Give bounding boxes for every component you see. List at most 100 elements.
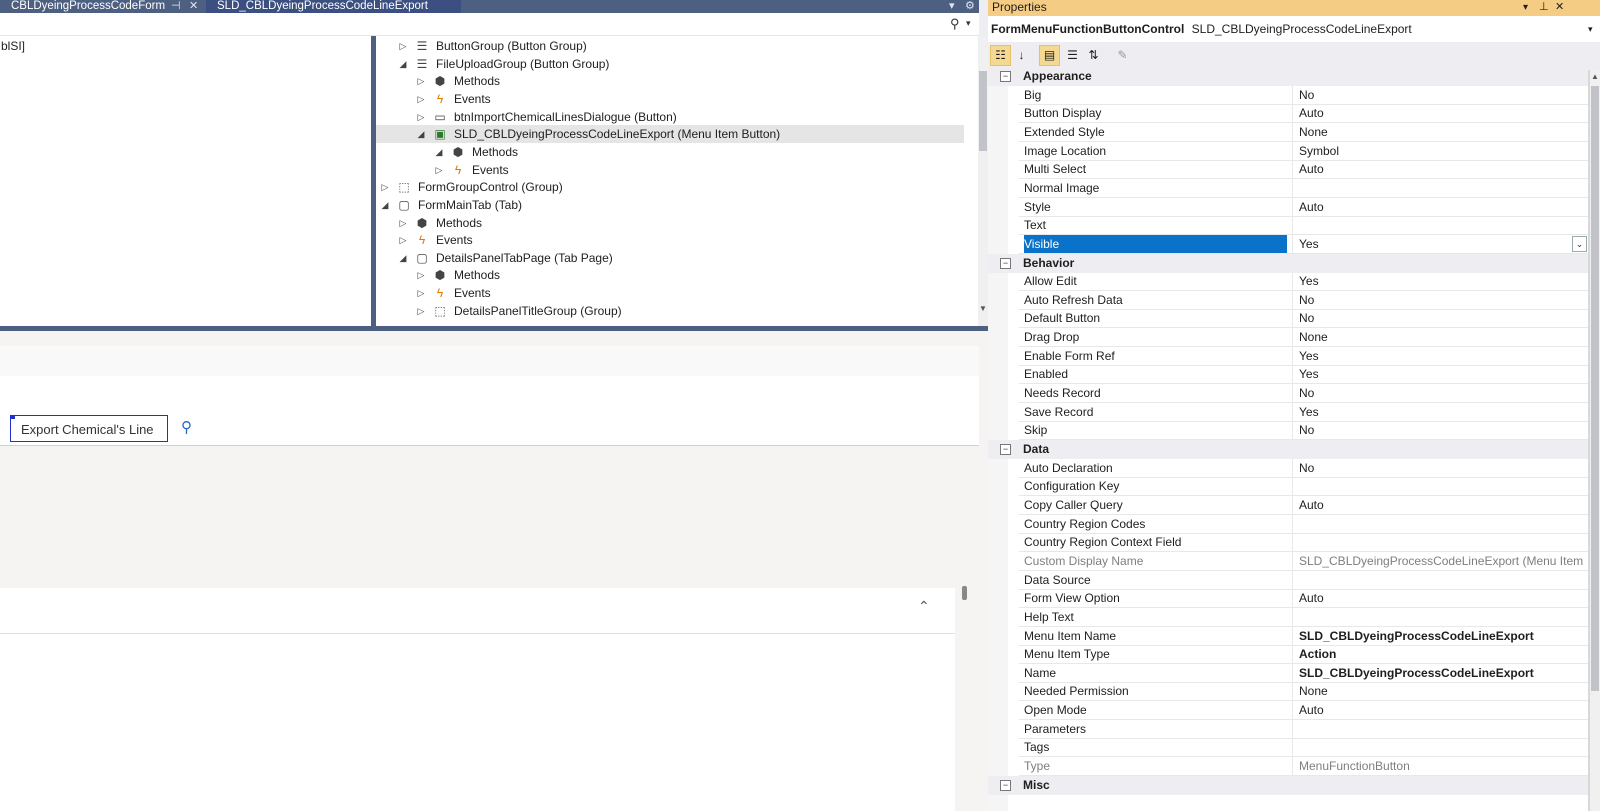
export-chemicals-line-button[interactable]: Export Chemical's Line [10, 415, 168, 442]
property-row[interactable]: Help Text [1019, 607, 1588, 627]
tab-sld-export[interactable]: SLD_CBLDyeingProcessCodeLineExport [206, 0, 461, 13]
property-row[interactable]: Menu Item Type Action [1019, 645, 1588, 665]
tree-node[interactable]: ▷ ϟ Events [416, 284, 956, 302]
property-value[interactable]: No [1292, 458, 1588, 477]
property-row[interactable]: Auto Refresh Data No [1019, 290, 1588, 310]
property-value[interactable]: Auto [1292, 589, 1588, 608]
property-row[interactable]: Country Region Codes [1019, 514, 1588, 534]
property-value[interactable]: Yes [1292, 234, 1588, 253]
search-icon[interactable]: ⚲ [950, 16, 960, 32]
property-value[interactable] [1292, 607, 1588, 626]
property-row[interactable]: Needed Permission None [1019, 682, 1588, 702]
designer-scroll-thumb[interactable] [962, 586, 967, 600]
property-row[interactable]: Drag Drop None [1019, 328, 1588, 348]
property-value[interactable]: No [1292, 85, 1588, 104]
property-row[interactable]: Menu Item Name SLD_CBLDyeingProcessCodeLi… [1019, 626, 1588, 646]
collapse-arrow-icon[interactable]: ◢ [380, 196, 390, 214]
chevron-down-icon[interactable]: ▾ [1588, 16, 1593, 42]
property-row[interactable]: Parameters [1019, 719, 1588, 739]
property-value[interactable]: Auto [1292, 495, 1588, 514]
property-value[interactable]: Yes [1292, 346, 1588, 365]
dropdown-icon[interactable]: ▾ [1523, 0, 1528, 15]
tree-node[interactable]: ◢ ▢ FormMainTab (Tab) [380, 196, 920, 214]
property-value[interactable]: SLD_CBLDyeingProcessCodeLineExport (Menu… [1292, 551, 1588, 570]
tree-node[interactable]: ◢ ⬢ Methods [434, 143, 974, 161]
tree-node[interactable]: ▷ ⬚ FormGroupControl (Group) [380, 178, 920, 196]
property-row[interactable]: Enabled Yes [1019, 365, 1588, 385]
property-value[interactable]: None [1292, 328, 1588, 347]
expand-arrow-icon[interactable]: ▷ [416, 90, 426, 108]
expand-arrow-icon[interactable]: ▷ [416, 72, 426, 90]
property-value[interactable] [1292, 533, 1588, 552]
property-grid-scroll-thumb[interactable] [1591, 86, 1599, 691]
property-row[interactable]: Auto Declaration No [1019, 458, 1588, 478]
category-data[interactable]: − Data [988, 440, 1588, 459]
properties-icon[interactable]: ▤ [1039, 45, 1060, 66]
tree-node[interactable]: ▷ ▭ btnImportChemicalLinesDialogue (Button… [416, 108, 956, 126]
wrench-icon[interactable]: ✎ [1112, 45, 1133, 66]
property-value[interactable]: SLD_CBLDyeingProcessCodeLineExport [1292, 626, 1588, 645]
property-value[interactable]: Yes [1292, 365, 1588, 384]
property-row[interactable]: Type MenuFunctionButton [1019, 757, 1588, 777]
property-value[interactable]: Auto [1292, 104, 1588, 123]
property-value[interactable]: Auto [1292, 701, 1588, 720]
property-row[interactable]: Custom Display Name SLD_CBLDyeingProcessC… [1019, 551, 1588, 571]
property-value[interactable]: Auto [1292, 197, 1588, 216]
property-value[interactable]: SLD_CBLDyeingProcessCodeLineExport [1292, 663, 1588, 682]
property-value[interactable]: MenuFunctionButton [1292, 757, 1588, 776]
property-row[interactable]: Name SLD_CBLDyeingProcessCodeLineExport [1019, 663, 1588, 683]
property-row[interactable]: Form View Option Auto [1019, 589, 1588, 609]
object-selector[interactable]: FormMenuFunctionButtonControl SLD_CBLDye… [988, 16, 1600, 42]
property-row[interactable]: Needs Record No [1019, 384, 1588, 404]
property-value[interactable]: Symbol [1292, 141, 1588, 160]
collapse-arrow-icon[interactable]: ◢ [398, 249, 408, 267]
property-row[interactable]: Tags [1019, 738, 1588, 758]
sort-icon[interactable]: ⇅ [1083, 45, 1104, 66]
events-list-icon[interactable]: ☰ [1062, 45, 1083, 66]
property-row[interactable]: Style Auto [1019, 197, 1588, 217]
property-row[interactable]: Copy Caller Query Auto [1019, 495, 1588, 515]
scroll-down-icon[interactable]: ▼ [979, 304, 987, 313]
tree-search-bar[interactable]: ⚲ ▾ [0, 13, 979, 36]
expand-arrow-icon[interactable]: ▷ [398, 231, 408, 249]
category-behavior[interactable]: − Behavior [988, 253, 1588, 273]
property-row[interactable]: Data Source [1019, 570, 1588, 590]
property-row[interactable]: Extended Style None [1019, 122, 1588, 142]
expand-arrow-icon[interactable]: ▷ [398, 37, 408, 55]
property-row[interactable]: Configuration Key [1019, 477, 1588, 497]
chevron-up-icon[interactable]: ⌃ [918, 598, 930, 615]
property-value[interactable] [1292, 216, 1588, 235]
code-editor-pane[interactable]: blSI] [0, 36, 372, 326]
property-value[interactable]: None [1292, 122, 1588, 141]
collapse-arrow-icon[interactable]: ◢ [398, 55, 408, 73]
property-value[interactable] [1292, 178, 1588, 197]
tree-node[interactable]: ▷ ⬢ Methods [398, 214, 938, 232]
tree-node[interactable]: ▷ ⬢ Methods [416, 266, 956, 284]
property-row[interactable]: Visible Yes ⌄ [1019, 234, 1588, 254]
tree-scroll-thumb[interactable] [979, 71, 987, 151]
scroll-up-icon[interactable]: ▲ [1591, 72, 1599, 81]
collapse-box-icon[interactable]: − [1000, 779, 1011, 791]
property-row[interactable]: Country Region Context Field [1019, 533, 1588, 553]
expand-arrow-icon[interactable]: ▷ [416, 266, 426, 284]
close-icon[interactable]: ✕ [189, 0, 198, 12]
collapse-arrow-icon[interactable]: ◢ [416, 125, 426, 143]
property-value[interactable]: No [1292, 384, 1588, 403]
pin-icon[interactable]: ⊥ [1539, 0, 1549, 15]
collapse-box-icon[interactable]: − [1000, 444, 1011, 455]
tree-scrollbar[interactable]: ▼ [978, 36, 988, 326]
property-row[interactable]: Multi Select Auto [1019, 160, 1588, 180]
category-appearance[interactable]: − Appearance [988, 67, 1588, 86]
property-value[interactable] [1292, 738, 1588, 757]
categorized-icon[interactable]: ☷ [990, 45, 1011, 66]
expand-arrow-icon[interactable]: ▷ [434, 161, 444, 179]
tree-node[interactable]: ◢ ▢ DetailsPanelTabPage (Tab Page) [398, 249, 938, 267]
tree-node[interactable]: ▷ ϟ Events [416, 90, 956, 108]
tab-cbldyeingprocesscodeform[interactable]: CBLDyeingProcessCodeForm ⊣ ✕ [0, 0, 206, 13]
property-value[interactable] [1292, 719, 1588, 738]
property-value[interactable]: Auto [1292, 160, 1588, 179]
tree-node[interactable]: ▷ ☰ ButtonGroup (Button Group) [398, 37, 938, 55]
property-row[interactable]: Image Location Symbol [1019, 141, 1588, 161]
search-dropdown-icon[interactable]: ▾ [966, 18, 971, 29]
collapse-arrow-icon[interactable]: ◢ [434, 143, 444, 161]
